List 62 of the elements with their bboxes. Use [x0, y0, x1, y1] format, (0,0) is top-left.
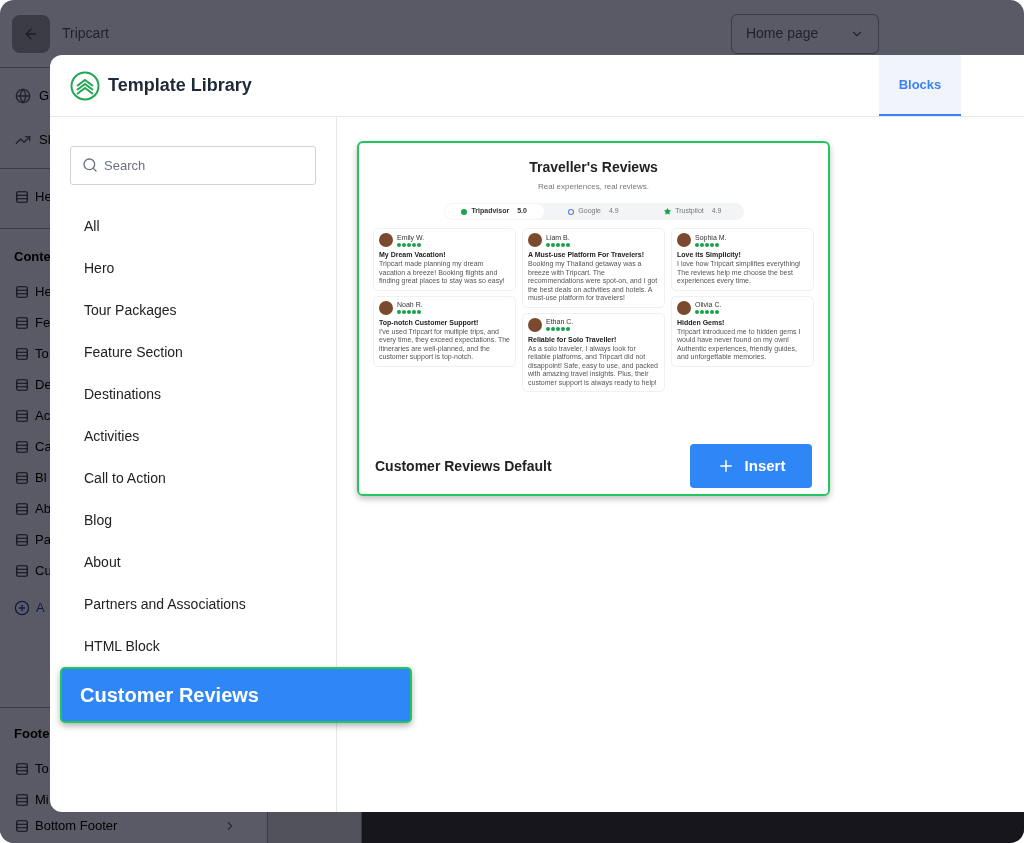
section-icon — [15, 471, 29, 485]
category-item[interactable]: Hero — [70, 247, 336, 289]
search-field[interactable]: Search — [70, 146, 316, 185]
sidebar-item-label[interactable]: G — [39, 86, 50, 106]
add-icon — [14, 599, 30, 616]
insert-button[interactable]: Insert — [690, 444, 812, 488]
avatar — [528, 233, 542, 247]
section-icon — [15, 189, 29, 204]
section-heading: Foote — [13, 724, 51, 743]
category-item[interactable]: HTML Block — [70, 625, 336, 667]
category-item[interactable]: Feature Section — [70, 331, 336, 373]
section-icon — [15, 378, 29, 392]
sidebar-item-label[interactable]: Ab — [35, 499, 51, 519]
preview-subtitle: Real experiences, real reviews. — [537, 181, 650, 193]
sidebar-item-label[interactable]: Ac — [35, 406, 51, 426]
sidebar-item-label[interactable]: Bottom Footer — [35, 816, 118, 836]
sidebar-item-label[interactable]: Fe — [35, 313, 51, 333]
category-item[interactable]: Partners and Associations — [70, 583, 336, 625]
app-name: Tripcart — [62, 24, 109, 43]
avatar — [528, 317, 542, 332]
back-button[interactable] — [12, 14, 50, 53]
avatar — [379, 233, 393, 247]
section-icon — [15, 440, 29, 454]
add-section-link[interactable]: A — [36, 597, 45, 618]
sidebar-item-label[interactable]: To — [35, 344, 49, 364]
tab[interactable]: Blocks — [879, 55, 961, 116]
category-item[interactable]: All — [70, 205, 336, 247]
section-icon — [15, 502, 29, 516]
category-item[interactable]: About — [70, 541, 336, 583]
globe-icon — [15, 88, 31, 104]
sidebar-item-label[interactable]: Sl — [39, 130, 51, 150]
section-icon — [15, 409, 29, 423]
section-icon — [15, 792, 29, 807]
sidebar-item-label[interactable]: To — [35, 758, 49, 779]
sidebar-item-label[interactable]: Mi — [35, 789, 49, 810]
avatar — [677, 300, 691, 315]
section-icon — [15, 285, 29, 299]
section-heading: Conte — [13, 248, 52, 266]
page-select[interactable]: Home page — [730, 13, 879, 54]
preview-title: Traveller's Reviews — [529, 158, 658, 177]
category-item[interactable]: Customer Reviews — [60, 667, 412, 723]
category-item[interactable]: Activities — [70, 415, 336, 457]
avatar — [379, 300, 393, 315]
modal-title: Template Library — [108, 74, 252, 97]
avatar — [677, 233, 691, 247]
category-item[interactable]: Destinations — [70, 373, 336, 415]
category-item[interactable]: Call to Action — [70, 457, 336, 499]
section-icon — [15, 761, 29, 776]
section-icon — [15, 564, 29, 578]
section-icon — [15, 819, 29, 833]
category-item[interactable]: Blog — [70, 499, 336, 541]
search-icon — [82, 157, 98, 173]
section-icon — [15, 533, 29, 547]
owl-logo-icon — [461, 208, 468, 215]
section-icon — [15, 316, 29, 330]
category-item[interactable]: Tour Packages — [70, 289, 336, 331]
mountain-logo-icon — [70, 70, 100, 101]
sidebar-item-label[interactable]: Pa — [35, 530, 51, 550]
section-icon — [15, 347, 29, 361]
template-card[interactable] — [357, 141, 830, 496]
sidebar-item-label[interactable]: Bl — [35, 468, 47, 488]
template-name: Customer Reviews Default — [375, 456, 552, 476]
